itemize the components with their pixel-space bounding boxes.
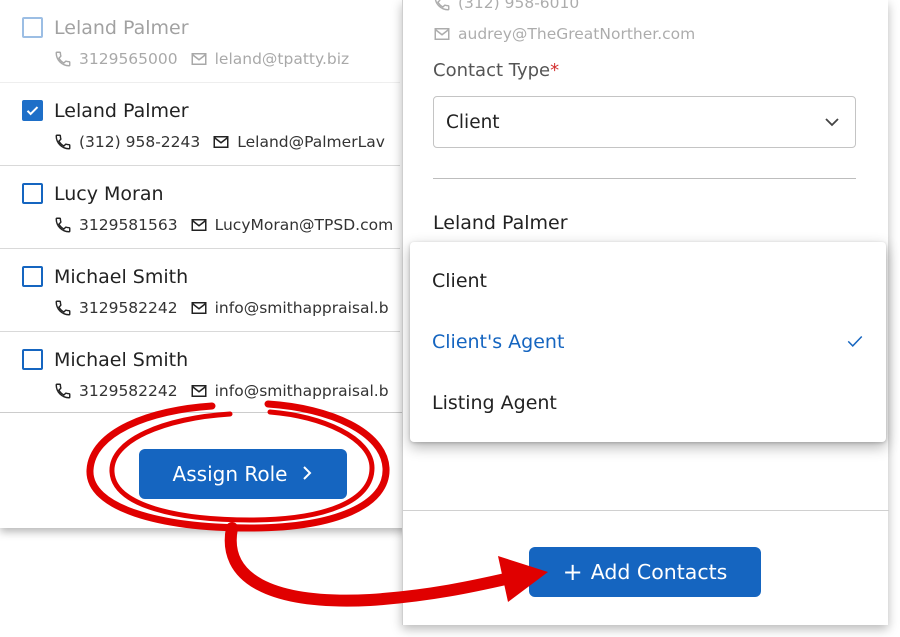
assign-role-label: Assign Role: [172, 462, 288, 486]
contact-type-select[interactable]: Client: [433, 96, 856, 148]
envelope-icon: [433, 25, 451, 43]
contact-phone: 3129581563: [79, 216, 178, 234]
contact-name: Leland Palmer: [54, 17, 189, 39]
contact-email: LucyMoran@TPSD.com: [214, 216, 394, 234]
contact-row[interactable]: Michael Smith 3129582242 info@smithappra…: [0, 249, 400, 332]
add-contacts-button[interactable]: + Add Contacts: [529, 547, 761, 597]
contact-list-panel: Leland Palmer 3129565000 leland@tpatty.b…: [0, 0, 410, 528]
menu-item-label: Client: [432, 270, 488, 292]
menu-item-label: Client's Agent: [432, 331, 565, 353]
envelope-icon: [212, 133, 230, 151]
contact-checkbox[interactable]: [22, 183, 43, 204]
chevron-down-icon: [823, 113, 841, 136]
envelope-icon: [190, 216, 208, 234]
envelope-icon: [190, 382, 208, 400]
contact-name: Leland Palmer: [54, 100, 189, 122]
phone-icon: [54, 216, 72, 234]
footer-divider: [403, 510, 889, 511]
contact-row[interactable]: Michael Smith 3129582242 info@smithappra…: [0, 332, 400, 415]
add-contacts-label: Add Contacts: [590, 560, 728, 584]
envelope-icon: [190, 299, 208, 317]
contact-phone: 3129565000: [79, 50, 178, 68]
phone-icon: [54, 382, 72, 400]
contact-type-value: Client: [446, 111, 500, 133]
contact-name: Michael Smith: [54, 349, 189, 371]
phone-icon: [54, 133, 72, 151]
menu-item-label: Listing Agent: [432, 392, 557, 414]
assign-role-button[interactable]: Assign Role: [139, 449, 347, 499]
contact-type-dropdown-menu: Client Client's Agent Listing Agent: [410, 242, 886, 442]
required-asterisk: *: [550, 60, 560, 81]
contact-row[interactable]: Leland Palmer (312) 958-2243 Leland@Palm…: [0, 83, 400, 166]
contact-row[interactable]: Lucy Moran 3129581563 LucyMoran@TPSD.com: [0, 166, 400, 249]
checkmark-icon: [26, 106, 39, 116]
section-divider: [433, 178, 856, 179]
menu-item-listing-agent[interactable]: Listing Agent: [410, 373, 886, 433]
contact-phone: 3129582242: [79, 382, 178, 400]
envelope-icon: [190, 50, 208, 68]
phone-icon: [54, 299, 72, 317]
contact-meta: 3129582242 info@smithappraisal.b: [54, 299, 389, 317]
contact-phone: (312) 958-2243: [79, 133, 201, 151]
contact-checkbox[interactable]: [22, 17, 43, 38]
checkmark-icon: [846, 332, 864, 355]
contact-type-label-text: Contact Type: [433, 60, 551, 81]
contact-meta: 3129565000 leland@tpatty.biz: [54, 50, 349, 68]
contact-email: Leland@PalmerLav: [237, 133, 385, 151]
contact-row[interactable]: Leland Palmer 3129565000 leland@tpatty.b…: [0, 0, 400, 83]
phone-icon: [433, 0, 451, 12]
contact-email: leland@tpatty.biz: [214, 50, 350, 68]
faded-email: audrey@TheGreatNorther.com: [458, 25, 696, 43]
contact-email: info@smithappraisal.b: [214, 299, 389, 317]
contact-phone: 3129582242: [79, 299, 178, 317]
faded-contact-email-line: audrey@TheGreatNorther.com: [433, 25, 695, 43]
contact-type-label: Contact Type*: [433, 60, 559, 81]
contact-checkbox[interactable]: [22, 349, 43, 370]
contact-name: Lucy Moran: [54, 183, 164, 205]
faded-contact-phone-line: (312) 958-6010: [433, 0, 579, 12]
contact-meta: (312) 958-2243 Leland@PalmerLav: [54, 133, 385, 151]
chevron-right-icon: [301, 462, 313, 486]
contact-meta: 3129582242 info@smithappraisal.b: [54, 382, 389, 400]
contact-name-heading: Leland Palmer: [433, 212, 568, 234]
contact-checkbox[interactable]: [22, 100, 43, 121]
menu-item-client[interactable]: Client: [410, 251, 886, 311]
menu-item-clients-agent[interactable]: Client's Agent: [410, 312, 886, 372]
contact-checkbox[interactable]: [22, 266, 43, 287]
plus-icon: +: [562, 558, 583, 586]
contact-name: Michael Smith: [54, 266, 189, 288]
faded-phone: (312) 958-6010: [458, 0, 580, 12]
contact-email: info@smithappraisal.b: [214, 382, 389, 400]
contact-meta: 3129581563 LucyMoran@TPSD.com: [54, 216, 393, 234]
phone-icon: [54, 50, 72, 68]
